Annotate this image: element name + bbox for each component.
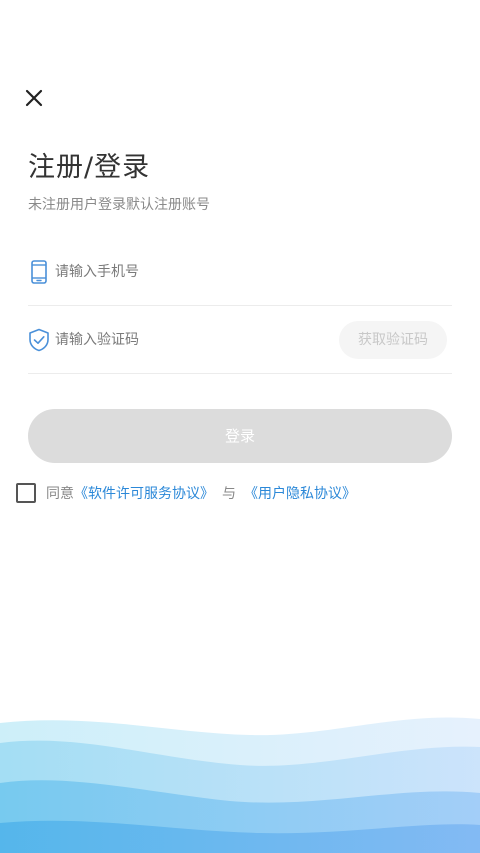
get-code-button[interactable]: 获取验证码 bbox=[339, 321, 447, 359]
verification-code-field: 获取验证码 bbox=[28, 306, 452, 374]
agreement-row: 同意 《软件许可服务协议》 与 《用户隐私协议》 bbox=[16, 482, 356, 504]
login-page: 注册/登录 未注册用户登录默认注册账号 获取验证码 登录 同意 《软件许可服务协… bbox=[0, 0, 480, 853]
shield-check-icon bbox=[29, 328, 49, 352]
privacy-policy-link[interactable]: 《用户隐私协议》 bbox=[244, 483, 356, 503]
close-icon[interactable] bbox=[22, 86, 46, 110]
login-button[interactable]: 登录 bbox=[28, 409, 452, 463]
verification-code-input[interactable] bbox=[55, 328, 335, 352]
and-label: 与 bbox=[222, 486, 236, 502]
software-license-link[interactable]: 《软件许可服务协议》 bbox=[74, 483, 214, 503]
phone-input[interactable] bbox=[55, 260, 335, 284]
phone-field bbox=[28, 238, 452, 306]
page-title: 注册/登录 bbox=[28, 152, 151, 183]
wave-decoration bbox=[0, 717, 480, 853]
page-subtitle: 未注册用户登录默认注册账号 bbox=[28, 197, 210, 213]
agree-checkbox[interactable] bbox=[16, 483, 36, 503]
agree-label: 同意 bbox=[46, 486, 74, 502]
phone-icon bbox=[31, 260, 47, 284]
